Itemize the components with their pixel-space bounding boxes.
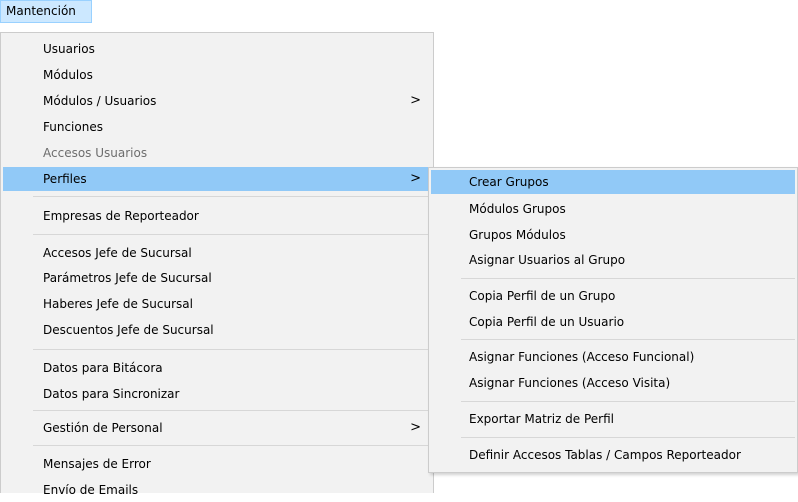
menu-item-accesos-usuarios: Accesos Usuarios — [3, 141, 431, 165]
menu-item-label: Mensajes de Error — [43, 457, 151, 471]
menu-item-label: Descuentos Jefe de Sucursal — [43, 323, 214, 337]
submenu-item-definir-accesos-tablas-campos-reporteador[interactable]: Definir Accesos Tablas / Campos Reportea… — [431, 443, 795, 467]
menu-item-label: Empresas de Reporteador — [43, 209, 199, 223]
menu-item-label: Parámetros Jefe de Sucursal — [43, 271, 212, 285]
chevron-right-icon: > — [410, 420, 421, 435]
menu-separator — [461, 339, 795, 340]
menu-separator — [33, 349, 431, 350]
menu-item-label: Funciones — [43, 120, 103, 134]
mantencion-dropdown-menu: Usuarios Módulos Módulos / Usuarios > Fun… — [0, 32, 434, 497]
menu-item-parametros-jefe-de-sucursal[interactable]: Parámetros Jefe de Sucursal — [3, 266, 431, 290]
menu-item-label: Gestión de Personal — [43, 421, 163, 435]
menu-item-label: Usuarios — [43, 42, 95, 56]
submenu-item-exportar-matriz-de-perfil[interactable]: Exportar Matriz de Perfil — [431, 407, 795, 431]
menu-item-empresas-de-reporteador[interactable]: Empresas de Reporteador — [3, 204, 431, 228]
submenu-item-grupos-modulos[interactable]: Grupos Módulos — [431, 223, 795, 247]
menu-item-gestion-de-personal[interactable]: Gestión de Personal > — [3, 416, 431, 440]
menu-separator — [33, 234, 431, 235]
menu-item-funciones[interactable]: Funciones — [3, 115, 431, 139]
menu-separator — [461, 278, 795, 279]
menu-item-label: Copia Perfil de un Usuario — [469, 315, 625, 329]
menu-item-modulos-usuarios[interactable]: Módulos / Usuarios > — [3, 89, 431, 113]
menu-item-label: Exportar Matriz de Perfil — [469, 412, 615, 426]
menu-item-label: Copia Perfil de un Grupo — [469, 289, 616, 303]
menu-bar: Mantención — [0, 0, 798, 23]
menu-item-label: Definir Accesos Tablas / Campos Reportea… — [469, 448, 741, 462]
submenu-item-asignar-usuarios-al-grupo[interactable]: Asignar Usuarios al Grupo — [431, 248, 795, 272]
menu-item-label: Asignar Usuarios al Grupo — [469, 253, 626, 267]
menu-item-label: Módulos Grupos — [469, 202, 566, 216]
menu-item-label: Accesos Usuarios — [43, 146, 148, 160]
menu-separator — [33, 445, 431, 446]
menu-item-mensajes-de-error[interactable]: Mensajes de Error — [3, 452, 431, 476]
menu-item-datos-para-sincronizar[interactable]: Datos para Sincronizar — [3, 382, 431, 406]
menu-item-label: Asignar Funciones (Acceso Funcional) — [469, 350, 695, 364]
menu-item-accesos-jefe-de-sucursal[interactable]: Accesos Jefe de Sucursal — [3, 241, 431, 265]
menu-item-label: Accesos Jefe de Sucursal — [43, 246, 192, 260]
menu-item-label: Crear Grupos — [469, 175, 549, 189]
perfiles-submenu: Crear Grupos Módulos Grupos Grupos Módul… — [428, 167, 798, 473]
menu-item-modulos[interactable]: Módulos — [3, 63, 431, 87]
submenu-item-modulos-grupos[interactable]: Módulos Grupos — [431, 197, 795, 221]
menu-item-label: Grupos Módulos — [469, 228, 566, 242]
menu-item-label: Módulos / Usuarios — [43, 94, 157, 108]
menu-item-label: Módulos — [43, 68, 93, 82]
chevron-right-icon: > — [410, 93, 421, 108]
menu-separator — [33, 410, 431, 411]
menu-separator — [461, 437, 795, 438]
menu-item-perfiles[interactable]: Perfiles > — [3, 167, 431, 191]
menu-item-envio-de-emails[interactable]: Envío de Emails — [3, 478, 431, 502]
chevron-right-icon: > — [410, 171, 421, 186]
menu-item-haberes-jefe-de-sucursal[interactable]: Haberes Jefe de Sucursal — [3, 292, 431, 316]
menu-separator — [33, 196, 431, 197]
submenu-item-asignar-funciones-acceso-visita[interactable]: Asignar Funciones (Acceso Visita) — [431, 371, 795, 395]
menu-item-label: Haberes Jefe de Sucursal — [43, 297, 193, 311]
menu-item-label: Datos para Bitácora — [43, 361, 163, 375]
menu-item-datos-para-bitacora[interactable]: Datos para Bitácora — [3, 356, 431, 380]
submenu-item-copia-perfil-de-un-grupo[interactable]: Copia Perfil de un Grupo — [431, 284, 795, 308]
submenu-item-asignar-funciones-acceso-funcional[interactable]: Asignar Funciones (Acceso Funcional) — [431, 345, 795, 369]
menu-item-label: Datos para Sincronizar — [43, 387, 180, 401]
submenu-item-copia-perfil-de-un-usuario[interactable]: Copia Perfil de un Usuario — [431, 310, 795, 334]
menu-item-label: Asignar Funciones (Acceso Visita) — [469, 376, 671, 390]
menu-item-usuarios[interactable]: Usuarios — [3, 37, 431, 61]
menu-mantencion[interactable]: Mantención — [0, 0, 92, 23]
menu-item-label: Perfiles — [43, 172, 87, 186]
submenu-item-crear-grupos[interactable]: Crear Grupos — [431, 170, 795, 194]
menu-item-descuentos-jefe-de-sucursal[interactable]: Descuentos Jefe de Sucursal — [3, 318, 431, 342]
menu-separator — [461, 401, 795, 402]
menu-item-label: Envío de Emails — [43, 483, 139, 497]
